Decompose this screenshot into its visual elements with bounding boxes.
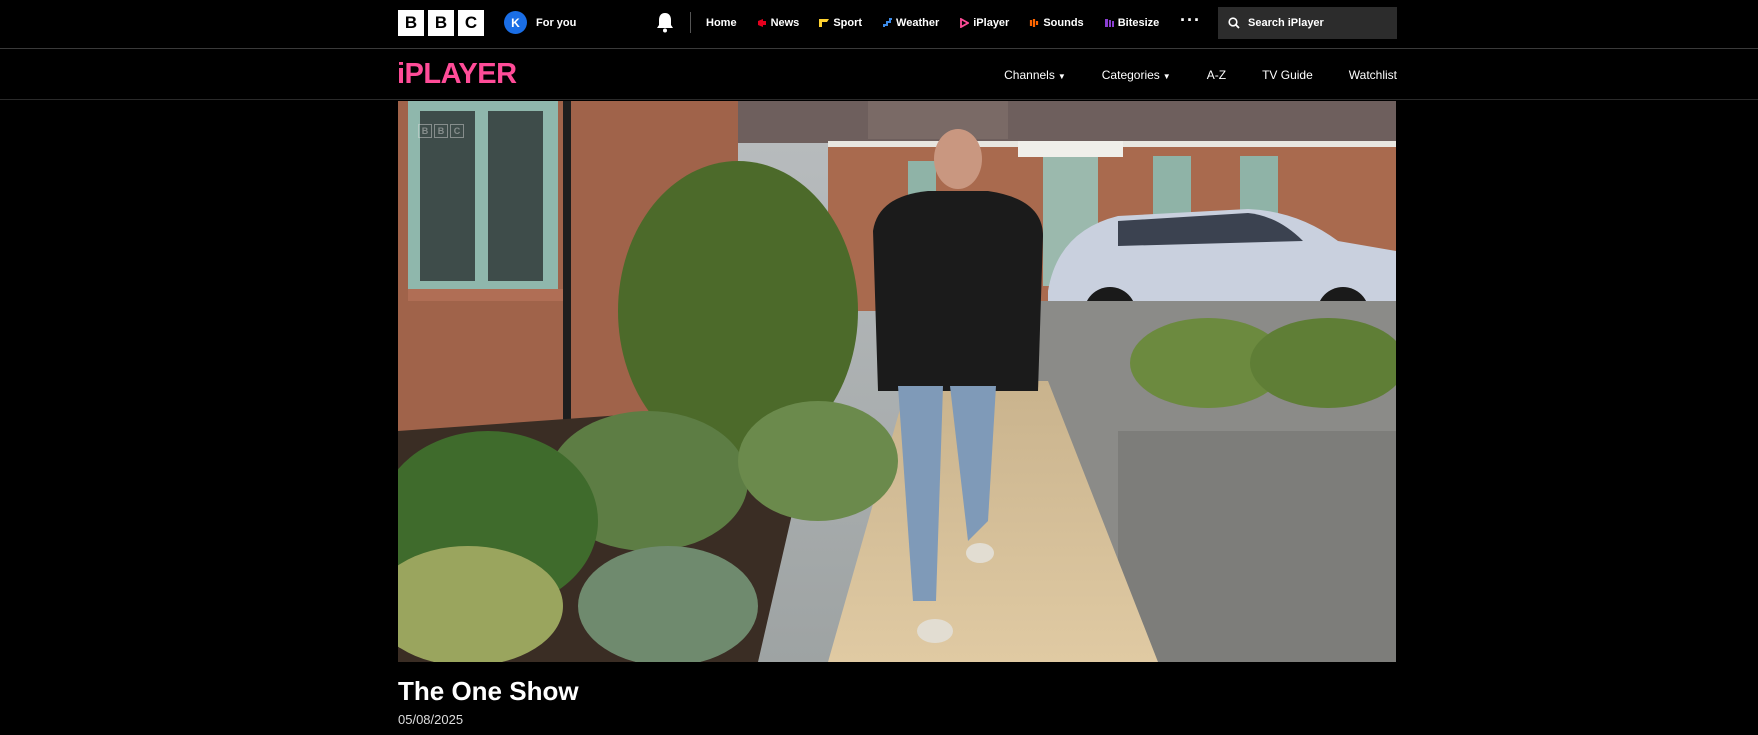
iplayer-nav-label: TV Guide xyxy=(1262,68,1313,82)
iplayer-nav-label: Channels xyxy=(1004,68,1055,82)
programme-title: The One Show xyxy=(398,676,579,706)
nav-item-sounds[interactable]: Sounds xyxy=(1029,16,1084,29)
bbc-logo-letter: C xyxy=(458,10,484,36)
watermark-letter: B xyxy=(418,124,432,138)
video-player[interactable]: B B C xyxy=(398,101,1396,662)
notifications-bell-icon[interactable] xyxy=(655,11,675,33)
weather-icon xyxy=(883,17,893,27)
nav-item-label: Bitesize xyxy=(1117,16,1160,29)
iplayer-nav-label: Categories xyxy=(1101,68,1160,82)
search-icon xyxy=(1228,17,1240,29)
iplayer-nav-label: Watchlist xyxy=(1348,68,1397,82)
more-menu-icon[interactable]: ··· xyxy=(1180,11,1201,29)
bbc-logo[interactable]: B B C xyxy=(398,10,484,36)
nav-item-label: Weather xyxy=(896,16,940,29)
bitesize-icon xyxy=(1104,18,1114,27)
nav-item-bitesize[interactable]: Bitesize xyxy=(1104,16,1160,29)
iplayer-nav-categories[interactable]: Categories ▼ xyxy=(1102,68,1171,82)
bbc-logo-letter: B xyxy=(428,10,454,36)
header-divider xyxy=(690,12,691,33)
iplayer-nav-watchlist[interactable]: Watchlist xyxy=(1349,68,1397,82)
iplayer-nav-label: A-Z xyxy=(1206,68,1227,82)
sport-icon xyxy=(819,18,830,27)
bbc-logo-letter: B xyxy=(398,10,424,36)
sounds-icon xyxy=(1030,18,1039,27)
iplayer-logo[interactable]: iPLAYER xyxy=(397,58,517,91)
watermark-letter: C xyxy=(450,124,464,138)
programme-date: 05/08/2025 xyxy=(398,712,464,727)
nav-item-sport[interactable]: Sport xyxy=(819,17,862,29)
nav-item-label: Sport xyxy=(833,16,863,29)
for-you-label: For you xyxy=(536,16,577,29)
nav-item-news[interactable]: News xyxy=(757,16,800,29)
bbc-global-header: B B C K For you Home News Sport Weather … xyxy=(0,0,1758,49)
bbc-global-nav: Home News Sport Weather iPlayer Sounds B… xyxy=(706,0,1159,45)
chevron-down-icon: ▼ xyxy=(1162,72,1171,81)
iplayer-nav-a-z[interactable]: A-Z xyxy=(1207,68,1226,82)
iplayer-header: iPLAYER Channels ▼ Categories ▼ A-Z TV Gui… xyxy=(0,50,1758,100)
nav-item-home[interactable]: Home xyxy=(706,17,737,29)
video-frame xyxy=(398,101,1396,662)
chevron-down-icon: ▼ xyxy=(1057,72,1066,81)
nav-item-label: Sounds xyxy=(1043,16,1084,29)
search-placeholder: Search iPlayer xyxy=(1248,17,1324,29)
iplayer-icon xyxy=(960,17,970,28)
iplayer-nav: Channels ▼ Categories ▼ A-Z TV Guide Watch… xyxy=(1004,50,1397,100)
watermark-letter: B xyxy=(434,124,448,138)
account-avatar: K xyxy=(504,11,527,34)
iplayer-nav-tv-guide[interactable]: TV Guide xyxy=(1262,68,1313,82)
search-box[interactable]: Search iPlayer xyxy=(1218,7,1397,39)
nav-item-label: News xyxy=(770,16,800,29)
for-you-button[interactable]: K For you xyxy=(504,11,576,34)
iplayer-nav-channels[interactable]: Channels ▼ xyxy=(1004,68,1066,82)
nav-item-iplayer[interactable]: iPlayer xyxy=(959,17,1009,29)
nav-item-label: iPlayer xyxy=(973,16,1010,29)
nav-item-label: Home xyxy=(706,16,737,29)
nav-item-weather[interactable]: Weather xyxy=(882,17,939,29)
news-icon xyxy=(757,18,766,27)
bbc-watermark: B B C xyxy=(418,124,464,138)
